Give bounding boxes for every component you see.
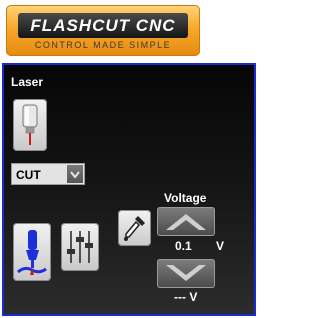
torch-height-icon <box>17 230 47 275</box>
voltage-unit: V <box>216 239 225 253</box>
mode-select[interactable]: CUT <box>11 163 85 185</box>
laser-head-button[interactable] <box>13 99 47 151</box>
eyedropper-button[interactable] <box>118 210 151 246</box>
arrow-down-icon <box>166 265 206 281</box>
sliders-icon <box>67 231 93 263</box>
mode-select-value: CUT <box>16 168 41 182</box>
arrow-up-icon <box>166 214 206 230</box>
sliders-button[interactable] <box>61 223 99 271</box>
voltage-readout: --- V <box>174 290 198 304</box>
logo-title: FLASHCUT CNC <box>18 13 188 38</box>
voltage-label: Voltage <box>164 191 207 205</box>
laser-head-icon <box>22 104 38 145</box>
eyedropper-icon <box>124 216 145 241</box>
voltage-up-button[interactable] <box>157 207 215 236</box>
logo-subtitle: CONTROL MADE SIMPLE <box>34 40 172 50</box>
flashcut-logo: FLASHCUT CNC CONTROL MADE SIMPLE <box>6 5 200 56</box>
laser-panel: Laser CUT Voltage 0.1 V --- V <box>2 63 256 316</box>
voltage-value: 0.1 <box>175 239 192 253</box>
chevron-down-icon[interactable] <box>67 165 83 183</box>
voltage-down-button[interactable] <box>157 259 215 288</box>
torch-height-button[interactable] <box>13 223 51 281</box>
section-label: Laser <box>11 75 44 89</box>
